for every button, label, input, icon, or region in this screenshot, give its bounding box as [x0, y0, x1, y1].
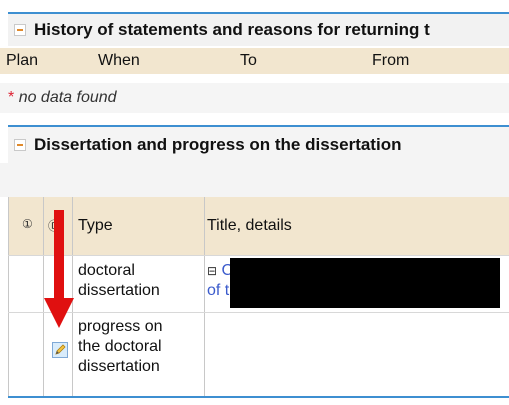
column-to: To: [240, 52, 257, 69]
table-row: doctoral dissertation ⊟ C of t: [8, 256, 509, 312]
edit-icon[interactable]: [52, 342, 68, 358]
column-plan: Plan: [6, 52, 39, 69]
no-data-row: * no data found: [0, 83, 509, 113]
history-section-title: History of statements and reasons for re…: [34, 20, 430, 39]
redacted-block: [230, 258, 500, 308]
column-when: When: [98, 52, 140, 69]
dissertation-section-header[interactable]: Dissertation and progress on the dissert…: [8, 127, 509, 163]
collapse-icon[interactable]: [14, 139, 26, 151]
table-row: progress on the doctoral dissertation: [8, 313, 509, 396]
expand-icon[interactable]: ⊟: [207, 264, 217, 278]
row-type: progress on the doctoral dissertation: [78, 318, 163, 375]
column-from: From: [372, 52, 410, 69]
red-arrow-annotation: [44, 210, 74, 328]
history-column-header-row: Plan When To From: [0, 48, 509, 74]
dissertation-column-header-row: ① Ⓓ Type Title, details: [8, 197, 509, 255]
history-section-header[interactable]: History of statements and reasons for re…: [8, 14, 509, 46]
section-spacer: [0, 163, 509, 197]
no-data-text: no data found: [18, 89, 117, 106]
column-title-details: Title, details: [207, 217, 292, 234]
column-type: Type: [78, 217, 113, 234]
dissertation-section-title: Dissertation and progress on the dissert…: [34, 135, 402, 154]
help-icon[interactable]: ①: [22, 217, 33, 231]
table-bottom-border: [8, 396, 509, 398]
required-star: *: [8, 89, 15, 106]
row-type: doctoral dissertation: [78, 262, 160, 299]
collapse-icon[interactable]: [14, 24, 26, 36]
